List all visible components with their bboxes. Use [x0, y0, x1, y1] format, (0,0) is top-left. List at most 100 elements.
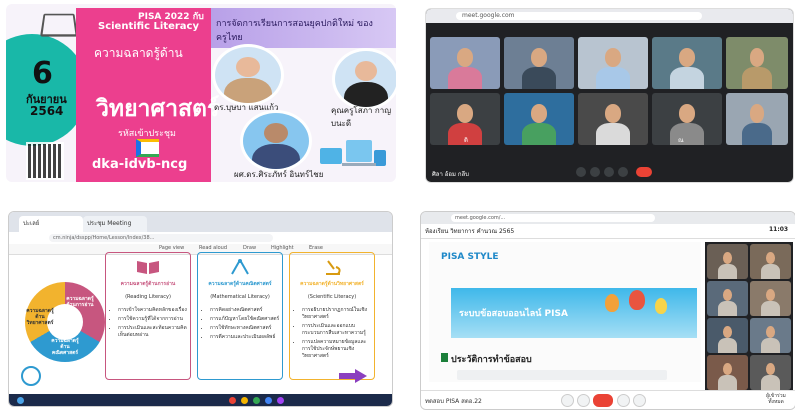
pie-label-reading: ความฉลาดรู้ด้านการอ่าน	[66, 296, 94, 308]
qr-code-icon	[26, 142, 64, 180]
tab-2[interactable]: ประชุม Meeting	[83, 216, 147, 232]
participant-avatar	[678, 48, 696, 68]
start-icon[interactable]	[17, 397, 24, 404]
participant-tile[interactable]	[750, 281, 791, 316]
participant-body	[717, 301, 738, 316]
meet-code: dka-idvb-ncg	[92, 157, 188, 172]
card-item: การอธิบายปรากฏการณ์ในเชิงวิทยาศาสตร์	[302, 307, 374, 321]
pisa-title: PISA STYLE	[441, 252, 499, 262]
poster-day: 6	[32, 56, 53, 91]
webinar-poster: 6 กันยายน 2564 PISA 2022 กับ Scientific …	[6, 4, 396, 182]
address-bar[interactable]: meet.google.com	[456, 12, 702, 20]
balloon-icon	[605, 294, 619, 312]
balloon-icon	[655, 298, 667, 314]
speaker-name: ผศ.ดร.ศิระภัทร์ อินทร์ไชย	[234, 170, 324, 179]
participant-body	[596, 67, 630, 89]
participant-body	[760, 375, 781, 390]
app-icon[interactable]	[241, 397, 248, 404]
participant-tile[interactable]	[707, 355, 748, 390]
card-subtitle: (Mathematical Literacy)	[210, 294, 270, 300]
participant-body	[596, 123, 630, 145]
toolbar-highlight[interactable]: Highlight	[271, 245, 294, 251]
participant-tile[interactable]	[750, 355, 791, 390]
participant-avatar	[765, 288, 776, 302]
participant-avatar	[456, 48, 474, 68]
end-call-button[interactable]	[636, 167, 652, 177]
camera-button[interactable]	[577, 394, 590, 407]
more-button[interactable]	[618, 167, 628, 177]
app-icon[interactable]	[265, 397, 272, 404]
toolbar-erase[interactable]: Erase	[309, 245, 323, 251]
participant-body	[717, 375, 738, 390]
address-bar[interactable]: cm.ninja/dsspp/Home/Lesson/Index/38...	[49, 234, 273, 242]
camera-button[interactable]	[590, 167, 600, 177]
end-call-button[interactable]	[593, 394, 613, 407]
speaker-name: คุณครูโสภา กาญบนะดี	[331, 106, 392, 128]
tab-1[interactable]: ปะเลย์	[19, 216, 83, 232]
speaker-photo	[332, 48, 396, 110]
logo-icon	[21, 366, 41, 386]
diamond-icon	[40, 13, 78, 37]
next-arrow-bar	[339, 373, 355, 379]
participant-body	[522, 123, 556, 145]
participant-tile[interactable]	[750, 244, 791, 279]
next-arrow-icon[interactable]	[355, 369, 367, 383]
present-button[interactable]	[604, 167, 614, 177]
poster-header: การจัดการเรียนการสอนยุคปกติใหม่ ของครูไท…	[216, 19, 373, 43]
participant-tile[interactable]	[726, 37, 788, 89]
speaker-photo	[212, 44, 284, 106]
toolbar-read-aloud[interactable]: Read aloud	[199, 245, 227, 251]
participant-avatar	[604, 104, 622, 124]
card-title: ความฉลาดรู้ด้านการอ่าน	[120, 281, 176, 287]
toolbar-page-view[interactable]: Page view	[159, 245, 184, 251]
meet-video-grid: meet.google.com ติ ณ ศิลา อ้อม กลีบ	[425, 8, 794, 183]
toolbar-draw[interactable]: Draw	[243, 245, 256, 251]
poster-title: วิทยาศาสตร์	[96, 96, 220, 122]
card-item: การประเมินและออกแบบกระบวนการสืบเสาะหาควา…	[302, 323, 374, 337]
participant-tile[interactable]	[707, 318, 748, 353]
present-button[interactable]	[617, 394, 630, 407]
participant-avatar	[722, 325, 733, 339]
participant-tile[interactable]	[707, 244, 748, 279]
poster-year: 2564	[30, 104, 64, 118]
participant-tile[interactable]	[578, 37, 648, 89]
participant-avatar	[765, 251, 776, 265]
participant-tile[interactable]	[652, 37, 722, 89]
participant-tile[interactable]	[578, 93, 648, 145]
compass-icon	[231, 259, 249, 275]
participant-tile[interactable]	[750, 318, 791, 353]
pie-label-science: ความฉลาดรู้ด้านวิทยาศาสตร์	[26, 308, 54, 326]
participants-label[interactable]: ผู้เข้าร่วมทั้งหมด	[759, 393, 793, 405]
history-icon	[441, 353, 448, 362]
participant-body	[717, 264, 738, 279]
participant-tile[interactable]	[504, 93, 574, 145]
participant-tile[interactable]	[652, 93, 722, 145]
participant-body	[760, 338, 781, 353]
participant-tile[interactable]	[504, 37, 574, 89]
meeting-name: ทดสอบ PISA สตอ.22	[425, 398, 482, 405]
app-icon[interactable]	[229, 397, 236, 404]
participant-tile[interactable]	[707, 281, 748, 316]
participant-body	[522, 67, 556, 89]
participant-avatar	[604, 48, 622, 68]
participant-avatar	[765, 362, 776, 376]
participant-avatar	[749, 48, 765, 68]
more-button[interactable]	[633, 394, 646, 407]
mic-button[interactable]	[576, 167, 586, 177]
participant-avatar	[530, 48, 548, 68]
card-title: ความฉลาดรู้ด้านวิทยาศาสตร์	[300, 281, 364, 287]
app-icon[interactable]	[253, 397, 260, 404]
microscope-icon	[326, 260, 341, 275]
participant-strip	[705, 242, 793, 392]
card-item: การคิดอย่างคณิตศาสตร์	[210, 307, 279, 314]
address-bar[interactable]: meet.google.com/...	[451, 214, 655, 222]
participant-body	[742, 123, 772, 145]
filter-bar[interactable]	[457, 370, 667, 380]
participant-body	[717, 338, 738, 353]
banner-title: ระบบข้อสอบออนไลน์ PISA	[459, 309, 568, 319]
mic-button[interactable]	[561, 394, 574, 407]
card-science: ความฉลาดรู้ด้านวิทยาศาสตร์ (Scientific L…	[289, 252, 375, 380]
participant-tile[interactable]	[726, 93, 788, 145]
participant-tile[interactable]	[430, 37, 500, 89]
app-icon[interactable]	[277, 397, 284, 404]
